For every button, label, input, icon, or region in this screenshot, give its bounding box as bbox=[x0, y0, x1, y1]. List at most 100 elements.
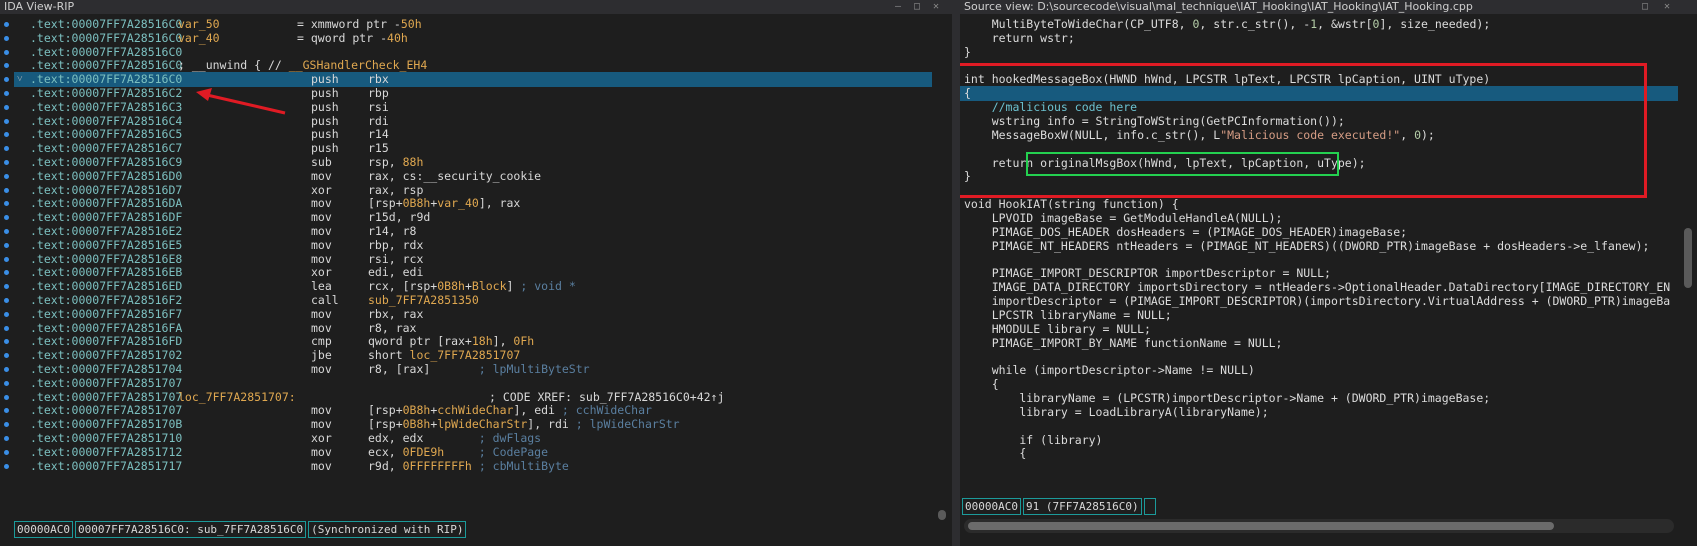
source-line[interactable] bbox=[960, 183, 1678, 198]
source-line[interactable]: IMAGE_DATA_DIRECTORY importsDirectory = … bbox=[960, 280, 1678, 295]
source-line[interactable] bbox=[960, 349, 1678, 364]
source-line[interactable]: while (importDescriptor->Name != NULL) bbox=[960, 363, 1678, 378]
mnemonic: mov bbox=[311, 237, 332, 252]
disasm-line[interactable]: .text:00007FF7A2851702 jbe short loc_7FF7A… bbox=[14, 348, 932, 363]
disasm-line[interactable]: .text:00007FF7A28516D7 xor rax, rsp bbox=[14, 183, 932, 198]
ida-vertical-scrollbar[interactable] bbox=[936, 14, 948, 524]
source-line[interactable]: if (library) bbox=[960, 433, 1678, 448]
mnemonic: mov bbox=[311, 320, 332, 335]
source-line[interactable]: MessageBoxW(NULL, info.c_str(), L"Malici… bbox=[960, 128, 1678, 143]
source-line[interactable]: //malicious code here bbox=[960, 100, 1678, 115]
source-code-view[interactable]: MultiByteToWideChar(CP_UTF8, 0 , str.c_st… bbox=[960, 14, 1678, 498]
disasm-line[interactable]: .text:00007FF7A28516E8 mov rsi, rcx bbox=[14, 252, 932, 267]
disasm-line[interactable]: .text:00007FF7A2851704 mov r8, [rax] ; lpM… bbox=[14, 362, 932, 377]
source-line[interactable]: } bbox=[960, 169, 1678, 184]
source-line[interactable]: void HookIAT(string function) { bbox=[960, 197, 1678, 212]
source-line[interactable]: int hookedMessageBox(HWND hWnd, LPCSTR l… bbox=[960, 72, 1678, 87]
source-line[interactable]: library = LoadLibraryA(libraryName); bbox=[960, 405, 1678, 420]
source-line[interactable]: LPVOID imageBase = GetModuleHandleA(NULL… bbox=[960, 211, 1678, 226]
disasm-line[interactable]: .text:00007FF7A28516FA mov r8, rax bbox=[14, 321, 932, 336]
source-line[interactable]: PIMAGE_IMPORT_BY_NAME functionName = NUL… bbox=[960, 336, 1678, 351]
disasm-line[interactable]: .text:00007FF7A28516D0 mov rax, cs:__secur… bbox=[14, 169, 932, 184]
maximize-icon[interactable]: □ bbox=[1640, 1, 1650, 12]
operand-token: sub_7FF7A2851350 bbox=[368, 293, 479, 307]
disasm-line[interactable]: .text:00007FF7A28516F2 call sub_7FF7A28513… bbox=[14, 293, 932, 308]
operands: rax, cs:__security_cookie bbox=[368, 169, 541, 184]
comment: ; dwFlags bbox=[478, 431, 542, 445]
source-line[interactable] bbox=[960, 59, 1678, 74]
close-icon[interactable]: ✕ bbox=[1662, 1, 1672, 12]
disasm-line[interactable]: .text:00007FF7A285170B mov [rsp+0B8h+lpWid… bbox=[14, 417, 932, 432]
disasm-line[interactable]: .text:00007FF7A2851712 mov ecx, 0FDE9h ; C… bbox=[14, 445, 932, 460]
disasm-line[interactable]: .text:00007FF7A28516F7 mov rbx, rax bbox=[14, 307, 932, 322]
source-line[interactable]: { bbox=[960, 377, 1678, 392]
source-line[interactable] bbox=[960, 252, 1678, 267]
disasm-line[interactable]: .text:00007FF7A28516E2 mov r14, r8 bbox=[14, 224, 932, 239]
operand-token: r8, rax bbox=[368, 320, 417, 335]
code-token: if (library) bbox=[964, 432, 1103, 447]
source-line-info: 91 (7FF7A28516C0) bbox=[1022, 498, 1142, 515]
operand-token: 0B8h bbox=[402, 403, 431, 418]
address: .text:00007FF7A28516F2 bbox=[30, 293, 183, 307]
source-file-offset: 00000AC0 bbox=[962, 498, 1021, 515]
disasm-line[interactable]: .text:00007FF7A28516FD cmp qword ptr [rax+… bbox=[14, 334, 932, 349]
disasm-line[interactable]: .text:00007FF7A28516C5 push r14 bbox=[14, 127, 932, 142]
disasm-line[interactable]: .text:00007FF7A28516DA mov [rsp+0B8h+var_4… bbox=[14, 196, 932, 211]
source-line[interactable]: MultiByteToWideChar(CP_UTF8, 0, str.c_st… bbox=[960, 17, 1678, 32]
source-line-text: if (library) bbox=[964, 433, 1102, 448]
operands: rcx, [rsp+0B8h+Block] ; void * bbox=[368, 279, 576, 294]
operand-token: cchWideChar bbox=[437, 403, 514, 418]
operand-token: [rsp+ bbox=[368, 196, 403, 211]
code-label[interactable]: loc_7FF7A2851707: bbox=[178, 390, 296, 405]
disasm-line[interactable]: .text:00007FF7A28516ED lea rcx, [rsp+0B8h+… bbox=[14, 279, 932, 294]
source-line[interactable]: PIMAGE_DOS_HEADER dosHeaders = (PIMAGE_D… bbox=[960, 225, 1678, 240]
source-line[interactable]: return originalMsgBox(hWnd, lpText, lpCa… bbox=[960, 156, 1678, 171]
disasm-line[interactable]: .text:00007FF7A28516DF mov r15d, r9d bbox=[14, 210, 932, 225]
source-line[interactable]: HMODULE library = NULL; bbox=[960, 322, 1678, 337]
source-line-text: IMAGE_DATA_DIRECTORY importsDirectory = … bbox=[964, 280, 1671, 295]
disasm-line[interactable]: .text:00007FF7A2851710 xor edx, edx ; dwFl… bbox=[14, 431, 932, 446]
source-line[interactable] bbox=[960, 142, 1678, 157]
disasm-line[interactable]: .text:00007FF7A28516C9 sub rsp, 88h bbox=[14, 155, 932, 170]
source-line-text: PIMAGE_DOS_HEADER dosHeaders = (PIMAGE_D… bbox=[964, 225, 1407, 240]
pin-icon[interactable]: — bbox=[893, 1, 903, 12]
operand-token: rax, cs:__security_cookie bbox=[368, 168, 542, 183]
operands: rsi, rcx bbox=[368, 252, 423, 267]
disasm-line[interactable]: .text:00007FF7A2851707 mov [rsp+0B8h+cchWi… bbox=[14, 403, 932, 418]
source-line[interactable]: LPCSTR libraryName = NULL; bbox=[960, 308, 1678, 323]
source-line[interactable]: { bbox=[960, 86, 1678, 102]
source-horizontal-scrollbar[interactable] bbox=[964, 519, 1674, 533]
maximize-icon[interactable]: □ bbox=[912, 1, 922, 12]
source-line[interactable] bbox=[960, 419, 1678, 434]
flow-dot bbox=[4, 242, 9, 248]
source-scroll-thumb[interactable] bbox=[1684, 228, 1692, 288]
operand-token: ], bbox=[492, 334, 514, 349]
code-token: HMODULE library = NULL; bbox=[964, 321, 1151, 336]
disasm-line[interactable]: .text:00007FF7A2851707 bbox=[14, 376, 932, 391]
code-token: library = LoadLibraryA(libraryName); bbox=[964, 404, 1269, 419]
code-token: LPCSTR libraryName = NULL; bbox=[964, 307, 1172, 322]
code-xref-comment[interactable]: ; CODE XREF: sub_7FF7A28516C0+42↑j bbox=[489, 390, 724, 405]
pane-splitter[interactable] bbox=[952, 0, 960, 546]
source-vertical-scrollbar[interactable] bbox=[1682, 14, 1694, 498]
mnemonic: mov bbox=[311, 458, 332, 473]
source-hscroll-thumb[interactable] bbox=[968, 522, 1554, 530]
source-line[interactable]: importDescriptor = (PIMAGE_IMPORT_DESCRI… bbox=[960, 294, 1678, 309]
disasm-line[interactable]: .text:00007FF7A2851717 mov r9d, 0FFFFFFFFh… bbox=[14, 459, 932, 474]
source-line[interactable]: wstring info = StringToWString(GetPCInfo… bbox=[960, 114, 1678, 129]
operand-token: r9d, bbox=[368, 458, 403, 473]
source-line[interactable]: PIMAGE_IMPORT_DESCRIPTOR importDescripto… bbox=[960, 266, 1678, 281]
source-line[interactable]: libraryName = (LPCSTR)importDescriptor->… bbox=[960, 391, 1678, 406]
source-line[interactable]: } bbox=[960, 45, 1678, 60]
disasm-line[interactable]: .text:00007FF7A28516C7 push r15 bbox=[14, 141, 932, 156]
disasm-line[interactable]: .text:00007FF7A2851707 loc_7FF7A2851707:;… bbox=[14, 390, 932, 405]
source-line[interactable]: return wstr; bbox=[960, 31, 1678, 46]
disasm-line[interactable]: .text:00007FF7A28516E5 mov rbp, rdx bbox=[14, 238, 932, 253]
close-icon[interactable]: ✕ bbox=[931, 1, 941, 12]
flow-dot bbox=[4, 408, 9, 414]
source-line[interactable]: PIMAGE_NT_HEADERS ntHeaders = (PIMAGE_NT… bbox=[960, 239, 1678, 254]
code-token: importDescriptor = (PIMAGE_IMPORT_DESCRI… bbox=[964, 294, 1671, 308]
source-line[interactable]: { bbox=[960, 446, 1678, 461]
ida-scroll-thumb[interactable] bbox=[938, 510, 946, 520]
disasm-line[interactable]: .text:00007FF7A28516EB xor edi, edi bbox=[14, 265, 932, 280]
